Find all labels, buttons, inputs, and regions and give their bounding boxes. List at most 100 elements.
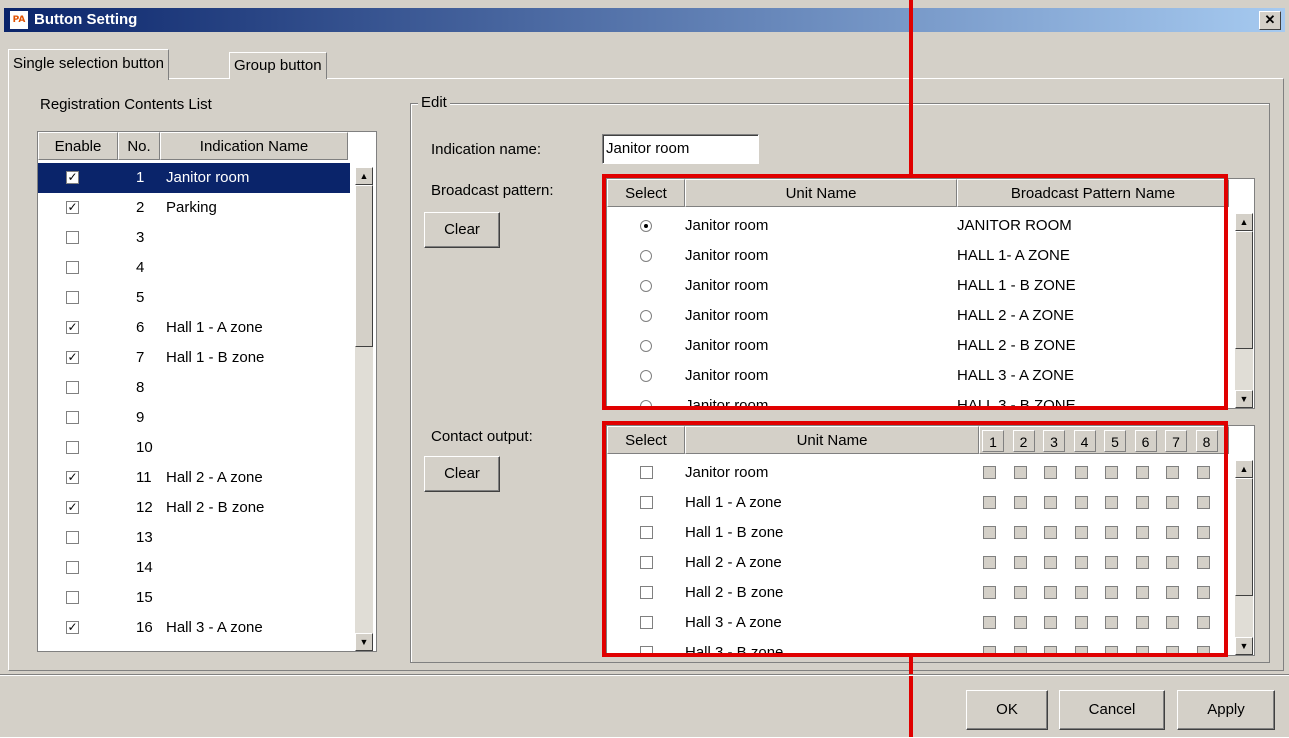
select-checkbox-icon[interactable]	[640, 586, 653, 599]
table-row[interactable]: Hall 1 - A zone	[607, 488, 1227, 518]
select-checkbox-icon[interactable]	[640, 616, 653, 629]
scroll-thumb[interactable]	[1235, 231, 1253, 349]
list-item[interactable]: ✓ 2 Parking	[38, 193, 350, 223]
checked-checkbox-icon[interactable]: ✓	[66, 171, 79, 184]
unchecked-checkbox-icon[interactable]	[66, 561, 79, 574]
header-no[interactable]: No.	[118, 132, 160, 160]
unchecked-checkbox-icon[interactable]	[66, 231, 79, 244]
radio-icon[interactable]	[640, 400, 652, 408]
header-enable[interactable]: Enable	[38, 132, 118, 160]
unchecked-checkbox-icon[interactable]	[66, 291, 79, 304]
radio-icon[interactable]	[640, 280, 652, 292]
list-item[interactable]: ✓ 1 Janitor room	[38, 163, 350, 193]
close-icon[interactable]: ✕	[1259, 11, 1281, 30]
list-item[interactable]: 8	[38, 373, 350, 403]
checked-checkbox-icon[interactable]: ✓	[66, 621, 79, 634]
contact-clear-button[interactable]: Clear	[424, 456, 500, 492]
select-checkbox-icon[interactable]	[640, 646, 653, 655]
table-row[interactable]: Hall 3 - B zone	[607, 638, 1227, 656]
broadcast-scrollbar[interactable]: ▲ ▼	[1235, 213, 1253, 408]
list-item[interactable]: ✓ 17 Hall 3 - B zone	[38, 643, 350, 652]
scroll-down-icon[interactable]: ▼	[1235, 637, 1253, 655]
row-indication-name: Parking	[166, 199, 217, 216]
checked-checkbox-icon[interactable]: ✓	[66, 201, 79, 214]
list-item[interactable]: 14	[38, 553, 350, 583]
checked-checkbox-icon[interactable]: ✓	[66, 651, 79, 652]
unchecked-checkbox-icon[interactable]	[66, 591, 79, 604]
table-row[interactable]: Janitor room HALL 1- A ZONE	[607, 241, 1227, 271]
table-row[interactable]: Janitor room HALL 1 - B ZONE	[607, 271, 1227, 301]
contact-output-list[interactable]: Select Unit Name 12345678 ▲ ▼ Janitor ro…	[606, 425, 1255, 656]
cancel-button[interactable]: Cancel	[1059, 690, 1165, 730]
table-row[interactable]: Janitor room HALL 3 - A ZONE	[607, 361, 1227, 391]
checked-checkbox-icon[interactable]: ✓	[66, 321, 79, 334]
list-item[interactable]: ✓ 12 Hall 2 - B zone	[38, 493, 350, 523]
row-number: 1	[136, 169, 145, 186]
list-item[interactable]: 5	[38, 283, 350, 313]
list-item[interactable]: ✓ 11 Hall 2 - A zone	[38, 463, 350, 493]
table-row[interactable]: Janitor room HALL 2 - B ZONE	[607, 331, 1227, 361]
list-item[interactable]: 4	[38, 253, 350, 283]
output-checkbox-icon	[1013, 496, 1027, 509]
header-unit-name[interactable]: Unit Name	[685, 179, 957, 207]
tab-single-selection-button[interactable]: Single selection button	[8, 49, 169, 80]
radio-icon[interactable]	[640, 250, 652, 262]
list-item[interactable]: 15	[38, 583, 350, 613]
scroll-down-icon[interactable]: ▼	[355, 633, 373, 651]
row-number: 3	[136, 229, 145, 246]
ok-button[interactable]: OK	[966, 690, 1048, 730]
table-row[interactable]: Janitor room HALL 3 - B ZONE	[607, 391, 1227, 408]
registration-scrollbar[interactable]: ▲ ▼	[355, 167, 373, 651]
select-checkbox-icon[interactable]	[640, 556, 653, 569]
list-item[interactable]: 9	[38, 403, 350, 433]
broadcast-clear-button[interactable]: Clear	[424, 212, 500, 248]
table-row[interactable]: Janitor room HALL 2 - A ZONE	[607, 301, 1227, 331]
radio-icon[interactable]	[640, 370, 652, 382]
list-item[interactable]: ✓ 7 Hall 1 - B zone	[38, 343, 350, 373]
list-item[interactable]: ✓ 16 Hall 3 - A zone	[38, 613, 350, 643]
checked-checkbox-icon[interactable]: ✓	[66, 501, 79, 514]
unchecked-checkbox-icon[interactable]	[66, 441, 79, 454]
output-checkbox-icon	[983, 586, 996, 599]
table-row[interactable]: Janitor room JANITOR ROOM	[607, 211, 1227, 241]
scroll-up-icon[interactable]: ▲	[1235, 213, 1253, 231]
table-row[interactable]: Hall 1 - B zone	[607, 518, 1227, 548]
scroll-up-icon[interactable]: ▲	[1235, 460, 1253, 478]
radio-icon[interactable]	[640, 340, 652, 352]
unchecked-checkbox-icon[interactable]	[66, 411, 79, 424]
unchecked-checkbox-icon[interactable]	[66, 381, 79, 394]
list-item[interactable]: 13	[38, 523, 350, 553]
select-checkbox-icon[interactable]	[640, 526, 653, 539]
select-checkbox-icon[interactable]	[640, 496, 653, 509]
contact-scrollbar[interactable]: ▲ ▼	[1235, 460, 1253, 655]
table-row[interactable]: Hall 3 - A zone	[607, 608, 1227, 638]
header-indication-name[interactable]: Indication Name	[160, 132, 348, 160]
registration-list[interactable]: Enable No. Indication Name ▲ ▼ ✓ 1 Janitor…	[37, 131, 377, 652]
indication-name-input[interactable]: Janitor room	[602, 134, 759, 164]
selected-radio-icon[interactable]	[640, 220, 652, 232]
header-select[interactable]: Select	[607, 179, 685, 207]
select-checkbox-icon[interactable]	[640, 466, 653, 479]
scroll-thumb[interactable]	[355, 185, 373, 347]
scroll-thumb[interactable]	[1235, 478, 1253, 596]
table-row[interactable]: Janitor room	[607, 458, 1227, 488]
apply-button[interactable]: Apply	[1177, 690, 1275, 730]
list-item[interactable]: 3	[38, 223, 350, 253]
list-item[interactable]: 10	[38, 433, 350, 463]
table-row[interactable]: Hall 2 - A zone	[607, 548, 1227, 578]
tab-group-button[interactable]: Group button	[229, 52, 327, 79]
broadcast-pattern-list[interactable]: Select Unit Name Broadcast Pattern Name …	[606, 178, 1255, 409]
unchecked-checkbox-icon[interactable]	[66, 261, 79, 274]
scroll-down-icon[interactable]: ▼	[1235, 390, 1253, 408]
list-item[interactable]: ✓ 6 Hall 1 - A zone	[38, 313, 350, 343]
checked-checkbox-icon[interactable]: ✓	[66, 351, 79, 364]
checked-checkbox-icon[interactable]: ✓	[66, 471, 79, 484]
row-unit-name: Hall 3 - B zone	[685, 644, 784, 656]
unchecked-checkbox-icon[interactable]	[66, 531, 79, 544]
scroll-up-icon[interactable]: ▲	[355, 167, 373, 185]
radio-icon[interactable]	[640, 310, 652, 322]
header-unit-name[interactable]: Unit Name	[685, 426, 979, 454]
table-row[interactable]: Hall 2 - B zone	[607, 578, 1227, 608]
header-select[interactable]: Select	[607, 426, 685, 454]
header-broadcast-pattern-name[interactable]: Broadcast Pattern Name	[957, 179, 1229, 207]
